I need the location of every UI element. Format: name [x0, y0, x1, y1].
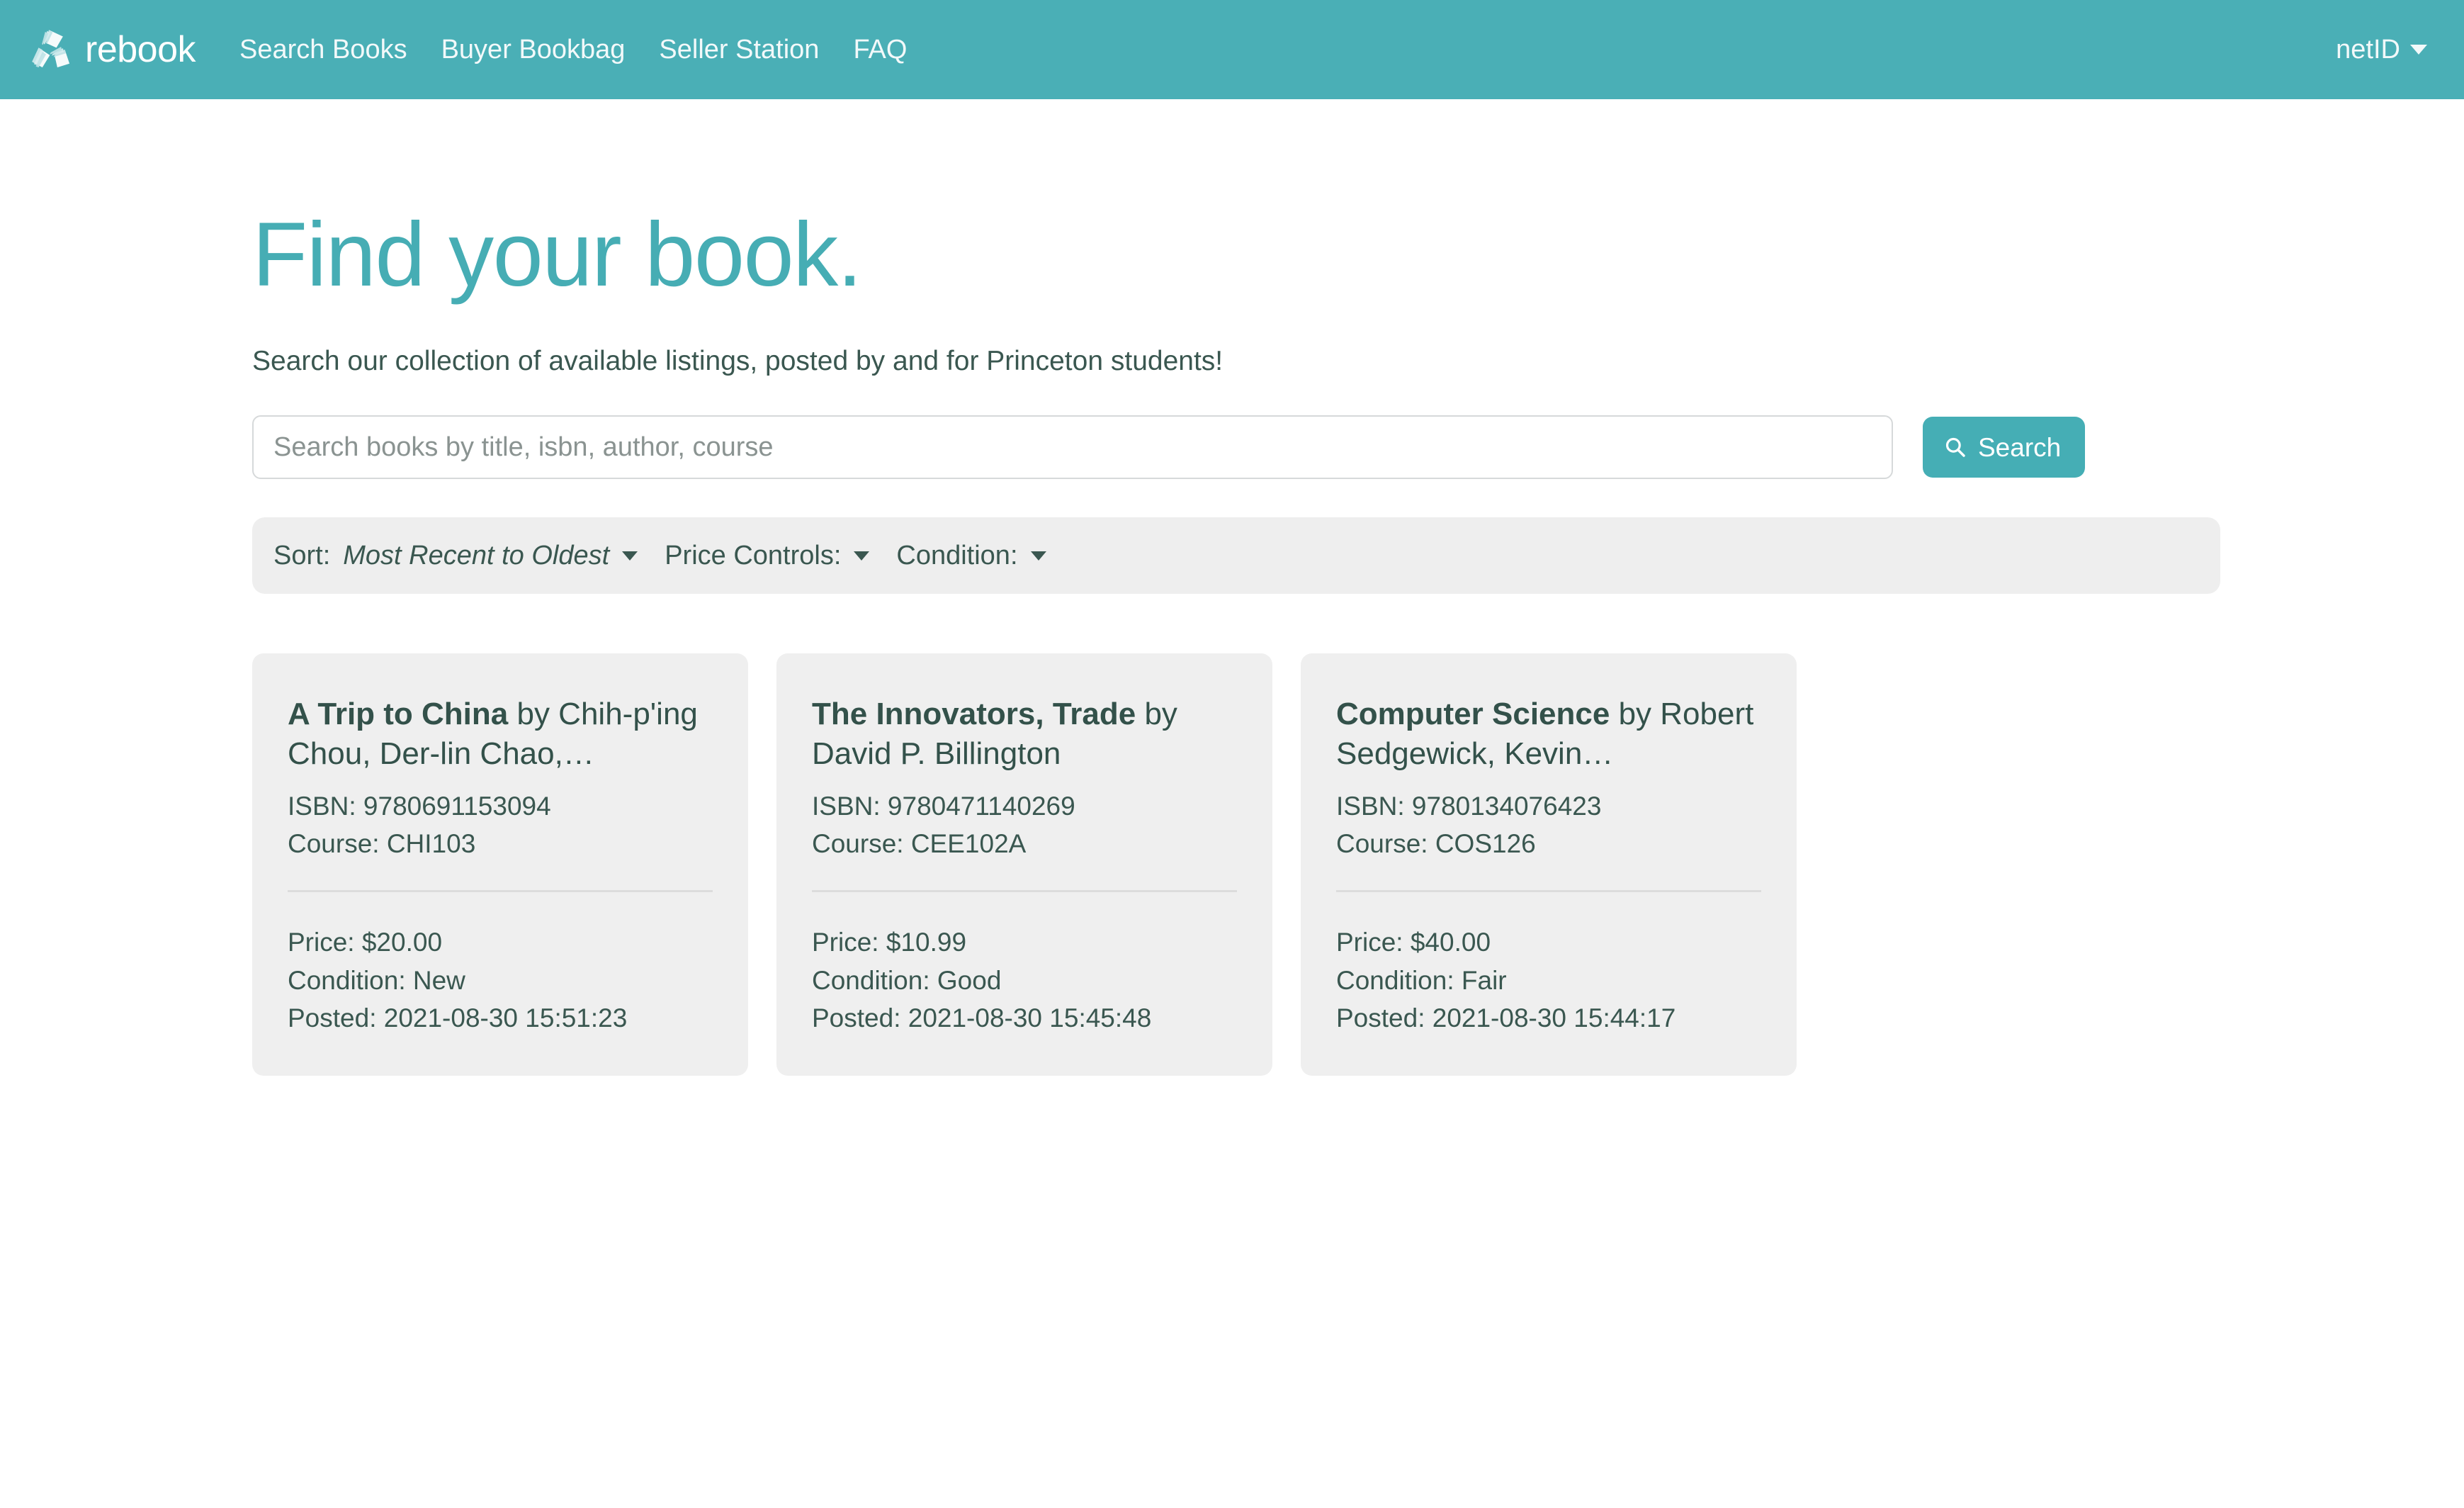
content-container: Find your book. Search our collection of… — [244, 204, 2220, 1076]
nav-link-search-books[interactable]: Search Books — [239, 35, 407, 64]
card-divider — [288, 890, 713, 892]
listing-card[interactable]: The Innovators, Trade by David P. Billin… — [776, 653, 1272, 1076]
listing-isbn: ISBN: 9780134076423 — [1336, 787, 1761, 826]
listing-card[interactable]: A Trip to China by Chih-p'ing Chou, Der-… — [252, 653, 748, 1076]
listing-condition: Condition: Fair — [1336, 962, 1761, 1000]
chevron-down-icon — [2410, 45, 2427, 55]
search-button-label: Search — [1978, 434, 2061, 461]
caret-down-icon — [854, 551, 869, 561]
listing-title-line: Computer Science by Robert Sedgewick, Ke… — [1336, 694, 1761, 775]
filter-sort-value: Most Recent to Oldest — [343, 542, 609, 569]
listing-condition: Condition: Good — [812, 962, 1237, 1000]
search-input[interactable] — [252, 415, 1893, 479]
listing-course: Course: CEE102A — [812, 825, 1237, 863]
page-subtitle: Search our collection of available listi… — [252, 344, 2220, 380]
listing-price: Price: $10.99 — [812, 923, 1237, 962]
listing-results-grid: A Trip to China by Chih-p'ing Chou, Der-… — [252, 653, 2220, 1076]
listing-condition: Condition: New — [288, 962, 713, 1000]
filter-price-controls-dropdown[interactable]: Price Controls: — [665, 542, 869, 569]
listing-title: The Innovators, Trade — [812, 697, 1136, 731]
listing-isbn: ISBN: 9780471140269 — [812, 787, 1237, 826]
page-title: Find your book. — [252, 204, 2220, 305]
listing-title: Computer Science — [1336, 697, 1610, 731]
filter-toolbar: Sort: Most Recent to Oldest Price Contro… — [252, 517, 2220, 594]
nav-link-buyer-bookbag[interactable]: Buyer Bookbag — [441, 35, 626, 64]
listing-price: Price: $40.00 — [1336, 923, 1761, 962]
navbar-right-section: netID — [2336, 36, 2427, 63]
nav-item-buyer-bookbag: Buyer Bookbag — [441, 36, 626, 63]
filter-condition-dropdown[interactable]: Condition: — [896, 542, 1046, 569]
nav-links: Search Books Buyer Bookbag Seller Statio… — [239, 36, 907, 63]
nav-item-search-books: Search Books — [239, 36, 407, 63]
nav-item-seller-station: Seller Station — [659, 36, 819, 63]
card-divider — [812, 890, 1237, 892]
listing-title-line: The Innovators, Trade by David P. Billin… — [812, 694, 1237, 775]
brand-home-link[interactable]: rebook — [28, 26, 196, 73]
search-button[interactable]: Search — [1923, 417, 2085, 478]
listing-course: Course: CHI103 — [288, 825, 713, 863]
listing-posted: Posted: 2021-08-30 15:45:48 — [812, 999, 1237, 1037]
brand-name: rebook — [85, 31, 196, 68]
netid-label: netID — [2336, 36, 2400, 63]
recycle-books-icon — [28, 26, 75, 73]
filter-price-controls-label: Price Controls: — [665, 542, 841, 569]
listing-title: A Trip to China — [288, 697, 508, 731]
filter-sort-dropdown[interactable]: Sort: Most Recent to Oldest — [273, 542, 638, 569]
listing-price: Price: $20.00 — [288, 923, 713, 962]
caret-down-icon — [1031, 551, 1046, 561]
nav-item-faq: FAQ — [853, 36, 907, 63]
page-body: Find your book. Search our collection of… — [0, 204, 2464, 1076]
listing-card[interactable]: Computer Science by Robert Sedgewick, Ke… — [1301, 653, 1797, 1076]
filter-sort-label: Sort: — [273, 542, 330, 569]
listing-posted: Posted: 2021-08-30 15:44:17 — [1336, 999, 1761, 1037]
listing-isbn: ISBN: 9780691153094 — [288, 787, 713, 826]
nav-link-faq[interactable]: FAQ — [853, 35, 907, 64]
card-divider — [1336, 890, 1761, 892]
filter-condition-label: Condition: — [896, 542, 1017, 569]
listing-title-line: A Trip to China by Chih-p'ing Chou, Der-… — [288, 694, 713, 775]
search-form: Search — [252, 415, 2220, 479]
listing-course: Course: COS126 — [1336, 825, 1761, 863]
main-navbar: rebook Search Books Buyer Bookbag Seller… — [0, 0, 2464, 99]
nav-link-seller-station[interactable]: Seller Station — [659, 35, 819, 64]
search-icon — [1944, 436, 1967, 458]
listing-posted: Posted: 2021-08-30 15:51:23 — [288, 999, 713, 1037]
netid-account-dropdown[interactable]: netID — [2336, 36, 2427, 63]
caret-down-icon — [622, 551, 638, 561]
